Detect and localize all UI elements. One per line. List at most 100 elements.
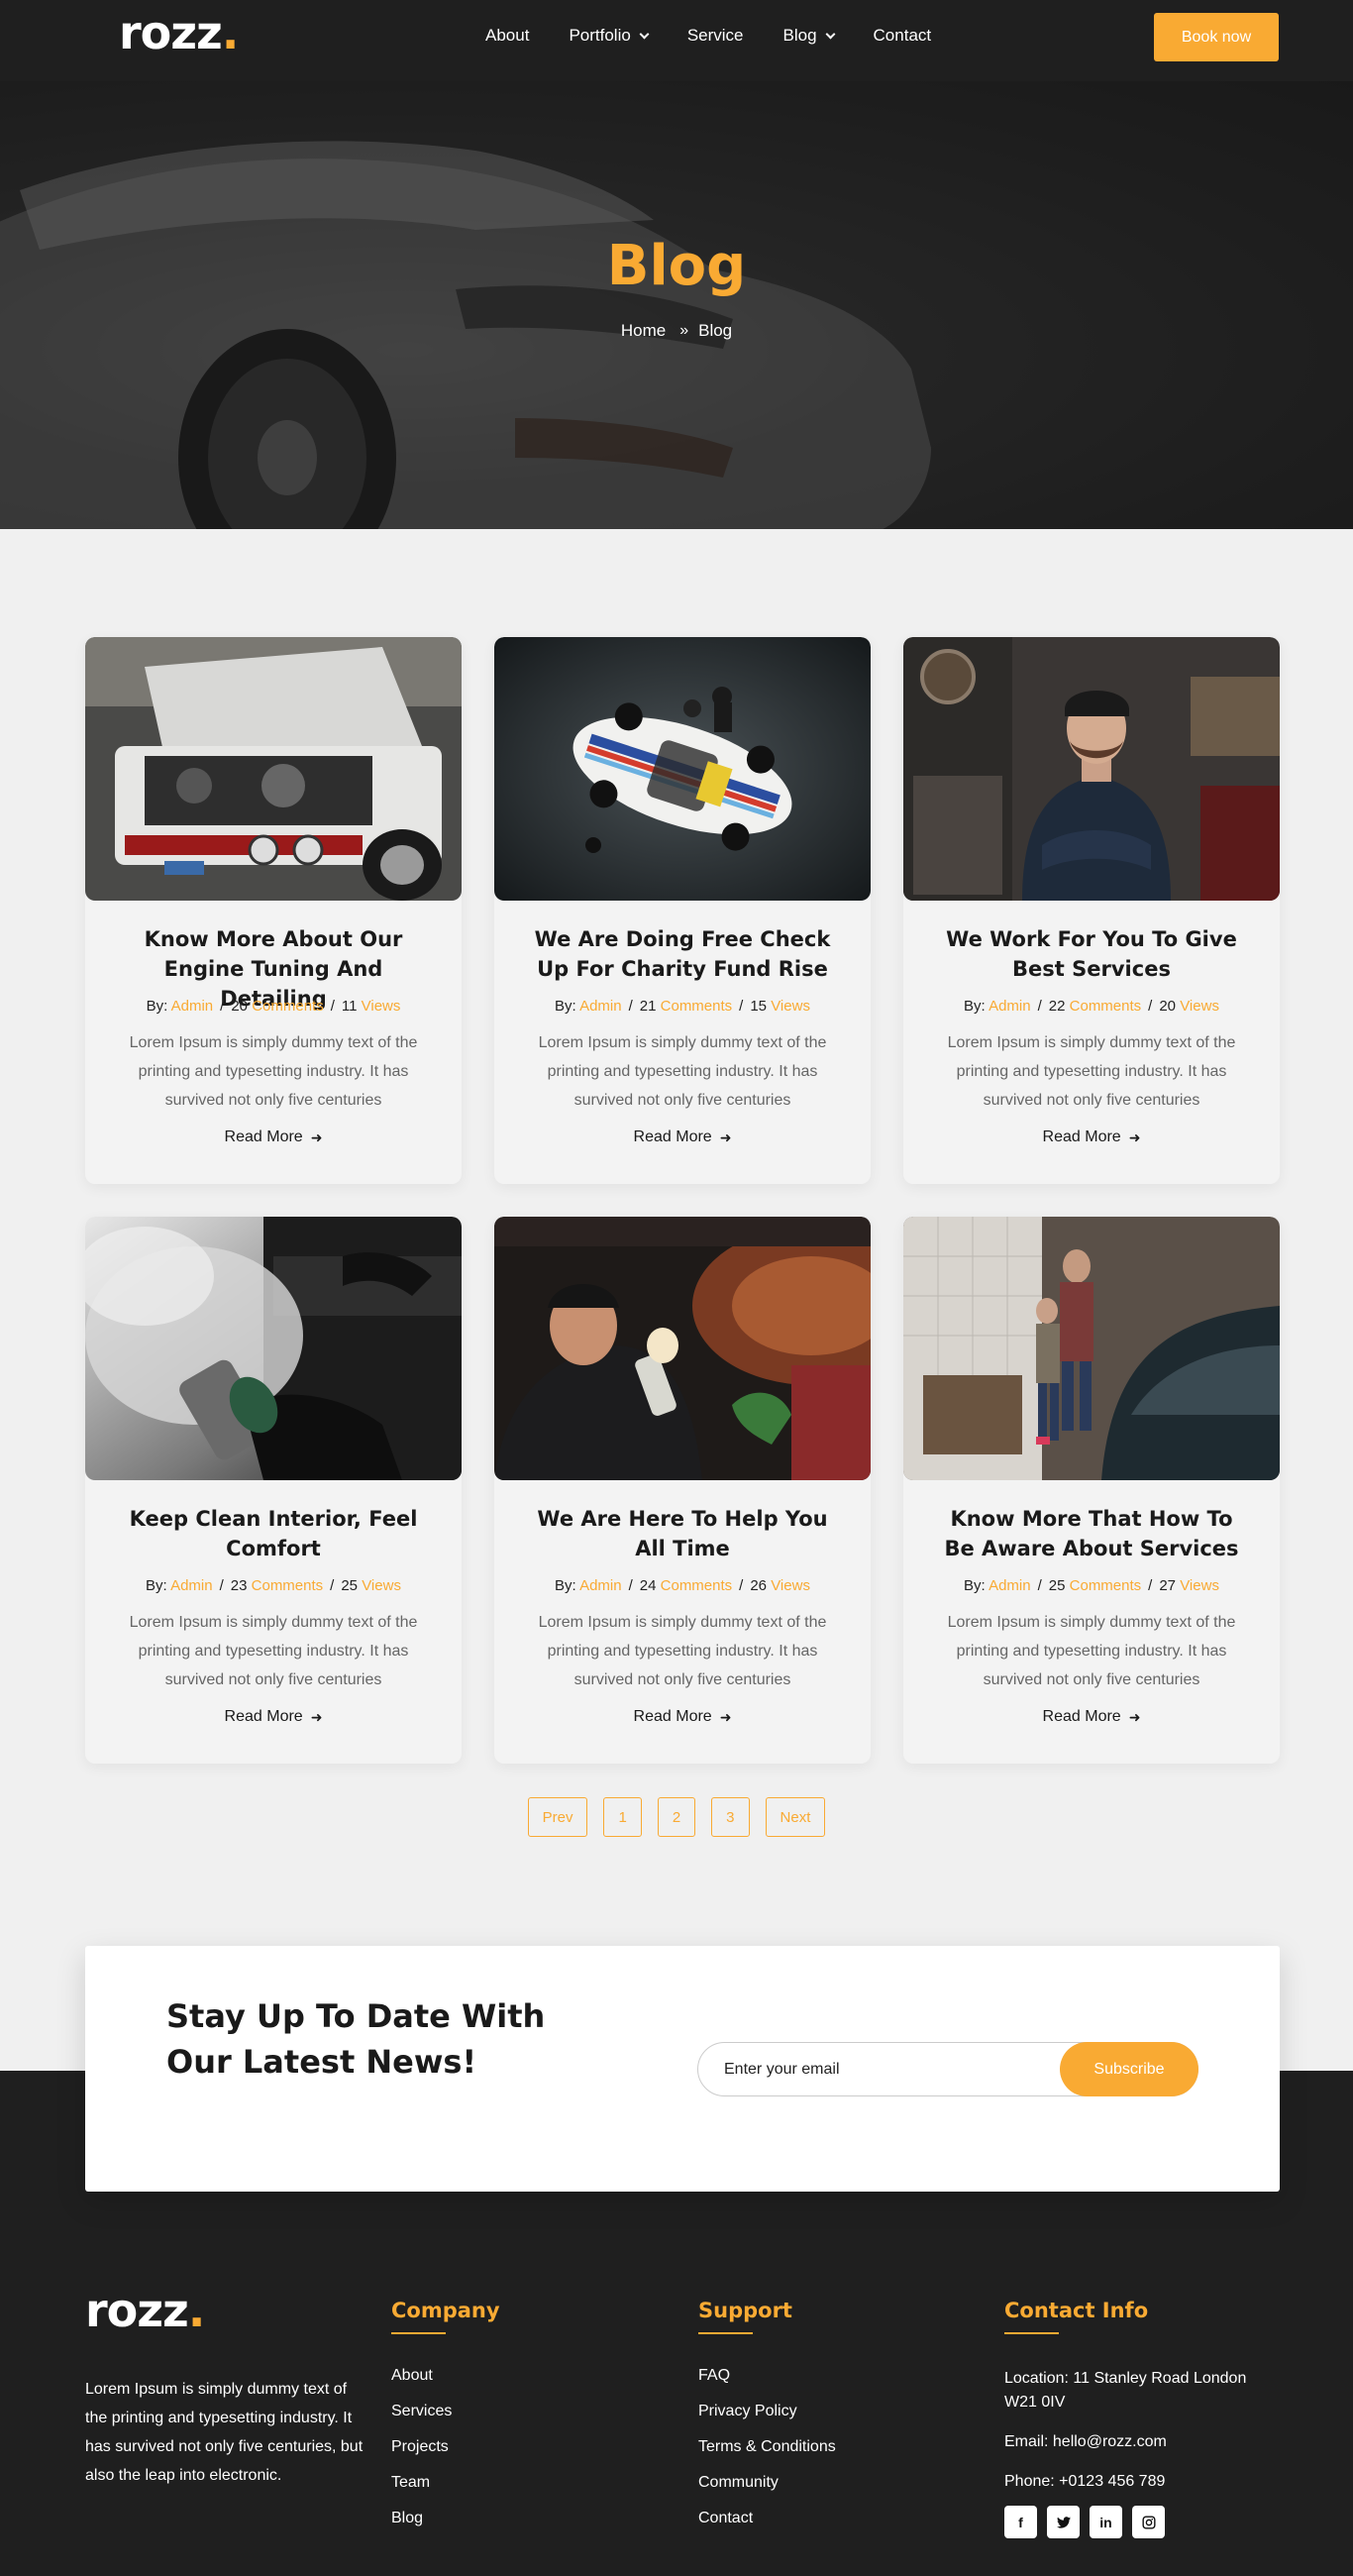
email-field[interactable] bbox=[724, 2043, 1051, 2095]
post-excerpt: Lorem Ipsum is simply dummy text of the … bbox=[129, 1614, 418, 1688]
arrow-right-icon: ➜ bbox=[719, 1128, 732, 1145]
contact-phone[interactable]: Phone: +0123 456 789 bbox=[1004, 2470, 1262, 2494]
chevron-down-icon bbox=[639, 29, 650, 39]
arrow-right-icon: ➜ bbox=[1128, 1708, 1141, 1725]
contact-email[interactable]: Email: hello@rozz.com bbox=[1004, 2430, 1262, 2454]
newsletter-title: Stay Up To Date With Our Latest News! bbox=[166, 1997, 546, 2081]
linkedin-icon[interactable]: in bbox=[1090, 2506, 1122, 2538]
read-more-link[interactable]: Read More ➜ bbox=[634, 1128, 732, 1146]
read-more-link[interactable]: Read More ➜ bbox=[225, 1708, 323, 1726]
newsletter-form: Subscribe bbox=[697, 2042, 1198, 2096]
page-2-button[interactable]: 2 bbox=[657, 1797, 696, 1837]
engine-photo[interactable] bbox=[85, 637, 462, 901]
post-meta: By: Admin/25 Comments/27 Views bbox=[964, 1577, 1219, 1594]
footer-contact: Contact Info Location: 11 Stanley Road L… bbox=[1004, 2299, 1262, 2538]
footer-logo[interactable]: rozz. bbox=[85, 2284, 205, 2337]
next-page-button[interactable]: Next bbox=[765, 1797, 826, 1837]
heading-underline bbox=[391, 2332, 446, 2334]
read-more-link[interactable]: Read More ➜ bbox=[1043, 1708, 1141, 1726]
newsletter-box: Stay Up To Date With Our Latest News! Su… bbox=[85, 1946, 1280, 2192]
author-link[interactable]: Admin bbox=[989, 998, 1031, 1015]
nav-contact[interactable]: Contact bbox=[874, 26, 932, 46]
mechanic-photo[interactable] bbox=[903, 637, 1280, 901]
footer-link-about[interactable]: About bbox=[391, 2367, 500, 2385]
footer-about-text: Lorem Ipsum is simply dummy text of the … bbox=[85, 2381, 364, 2484]
garage-photo[interactable] bbox=[903, 1217, 1280, 1480]
facebook-icon[interactable]: f bbox=[1004, 2506, 1037, 2538]
hero-overlay bbox=[0, 81, 1353, 529]
footer-link-contact[interactable]: Contact bbox=[698, 2510, 836, 2527]
page-1-button[interactable]: 1 bbox=[603, 1797, 642, 1837]
post-title[interactable]: Keep Clean Interior, Feel Comfort bbox=[115, 1504, 432, 1563]
nav-portfolio[interactable]: Portfolio bbox=[569, 26, 650, 46]
page-3-button[interactable]: 3 bbox=[711, 1797, 750, 1837]
breadcrumb-current: Blog bbox=[698, 321, 733, 340]
nav-about[interactable]: About bbox=[485, 26, 529, 46]
steam-clean-photo[interactable] bbox=[85, 1217, 462, 1480]
author-link[interactable]: Admin bbox=[171, 998, 214, 1015]
footer-link-community[interactable]: Community bbox=[698, 2474, 836, 2492]
post-excerpt: Lorem Ipsum is simply dummy text of the … bbox=[947, 1034, 1236, 1109]
breadcrumb-home[interactable]: Home bbox=[621, 321, 666, 341]
footer-link-blog[interactable]: Blog bbox=[391, 2510, 500, 2527]
post-title[interactable]: Know More About Our Engine Tuning And De… bbox=[115, 924, 432, 1011]
post-excerpt: Lorem Ipsum is simply dummy text of the … bbox=[538, 1034, 827, 1109]
author-link[interactable]: Admin bbox=[579, 1577, 622, 1594]
book-now-button[interactable]: Book now bbox=[1154, 13, 1279, 61]
under-car-photo[interactable] bbox=[494, 1217, 871, 1480]
heading-underline bbox=[1004, 2332, 1059, 2334]
post-meta: By: Admin/24 Comments/26 Views bbox=[555, 1577, 810, 1594]
blog-card: Know More About Our Engine Tuning And De… bbox=[85, 637, 462, 1184]
author-link[interactable]: Admin bbox=[579, 998, 622, 1015]
twitter-icon[interactable] bbox=[1047, 2506, 1080, 2538]
subscribe-button[interactable]: Subscribe bbox=[1060, 2042, 1198, 2096]
blog-card: Keep Clean Interior, Feel Comfort By: Ad… bbox=[85, 1217, 462, 1764]
footer-link-privacy[interactable]: Privacy Policy bbox=[698, 2403, 836, 2420]
blog-card: We Are Here To Help You All Time By: Adm… bbox=[494, 1217, 871, 1764]
arrow-right-icon: ➜ bbox=[310, 1708, 323, 1725]
footer-heading: Company bbox=[391, 2299, 500, 2322]
footer-link-services[interactable]: Services bbox=[391, 2403, 500, 2420]
read-more-link[interactable]: Read More ➜ bbox=[634, 1708, 732, 1726]
post-excerpt: Lorem Ipsum is simply dummy text of the … bbox=[538, 1614, 827, 1688]
footer-company: Company About Services Projects Team Blo… bbox=[391, 2299, 500, 2545]
author-link[interactable]: Admin bbox=[989, 1577, 1031, 1594]
arrow-right-icon: ➜ bbox=[1128, 1128, 1141, 1145]
footer-link-terms[interactable]: Terms & Conditions bbox=[698, 2438, 836, 2456]
blog-card: We Are Doing Free Check Up For Charity F… bbox=[494, 637, 871, 1184]
double-chevron-right-icon: » bbox=[679, 322, 689, 339]
footer-heading: Support bbox=[698, 2299, 792, 2322]
main-nav: About Portfolio Service Blog Contact bbox=[485, 26, 971, 46]
footer-link-faq[interactable]: FAQ bbox=[698, 2367, 836, 2385]
blog-card: We Work For You To Give Best Services By… bbox=[903, 637, 1280, 1184]
post-title[interactable]: We Are Doing Free Check Up For Charity F… bbox=[524, 924, 841, 984]
blog-card: Know More That How To Be Aware About Ser… bbox=[903, 1217, 1280, 1764]
heading-underline bbox=[698, 2332, 753, 2334]
breadcrumb: Home » Blog bbox=[0, 321, 1353, 341]
nav-blog[interactable]: Blog bbox=[783, 26, 835, 46]
arrow-right-icon: ➜ bbox=[310, 1128, 323, 1145]
instagram-icon[interactable] bbox=[1132, 2506, 1165, 2538]
footer-heading: Contact Info bbox=[1004, 2299, 1149, 2322]
chevron-down-icon bbox=[825, 29, 835, 39]
post-meta: By: Admin/23 Comments/25 Views bbox=[146, 1577, 401, 1594]
nav-service[interactable]: Service bbox=[687, 26, 744, 46]
race-car-photo[interactable] bbox=[494, 637, 871, 901]
author-link[interactable]: Admin bbox=[170, 1577, 213, 1594]
logo[interactable]: rozz. bbox=[119, 6, 239, 59]
prev-page-button[interactable]: Prev bbox=[527, 1797, 588, 1837]
pagination: Prev 1 2 3 Next bbox=[0, 1797, 1353, 1837]
footer-link-team[interactable]: Team bbox=[391, 2474, 500, 2492]
read-more-link[interactable]: Read More ➜ bbox=[225, 1128, 323, 1146]
post-excerpt: Lorem Ipsum is simply dummy text of the … bbox=[947, 1614, 1236, 1688]
footer-support: Support FAQ Privacy Policy Terms & Condi… bbox=[698, 2299, 836, 2545]
post-meta: By: Admin/20 Comments/11 Views bbox=[146, 998, 401, 1015]
read-more-link[interactable]: Read More ➜ bbox=[1043, 1128, 1141, 1146]
hero-banner: Blog Home » Blog bbox=[0, 81, 1353, 529]
post-title[interactable]: We Are Here To Help You All Time bbox=[524, 1504, 841, 1563]
post-title[interactable]: We Work For You To Give Best Services bbox=[933, 924, 1250, 984]
footer-link-projects[interactable]: Projects bbox=[391, 2438, 500, 2456]
post-title[interactable]: Know More That How To Be Aware About Ser… bbox=[933, 1504, 1250, 1563]
social-links: f in bbox=[1004, 2506, 1262, 2538]
post-meta: By: Admin/22 Comments/20 Views bbox=[964, 998, 1219, 1015]
